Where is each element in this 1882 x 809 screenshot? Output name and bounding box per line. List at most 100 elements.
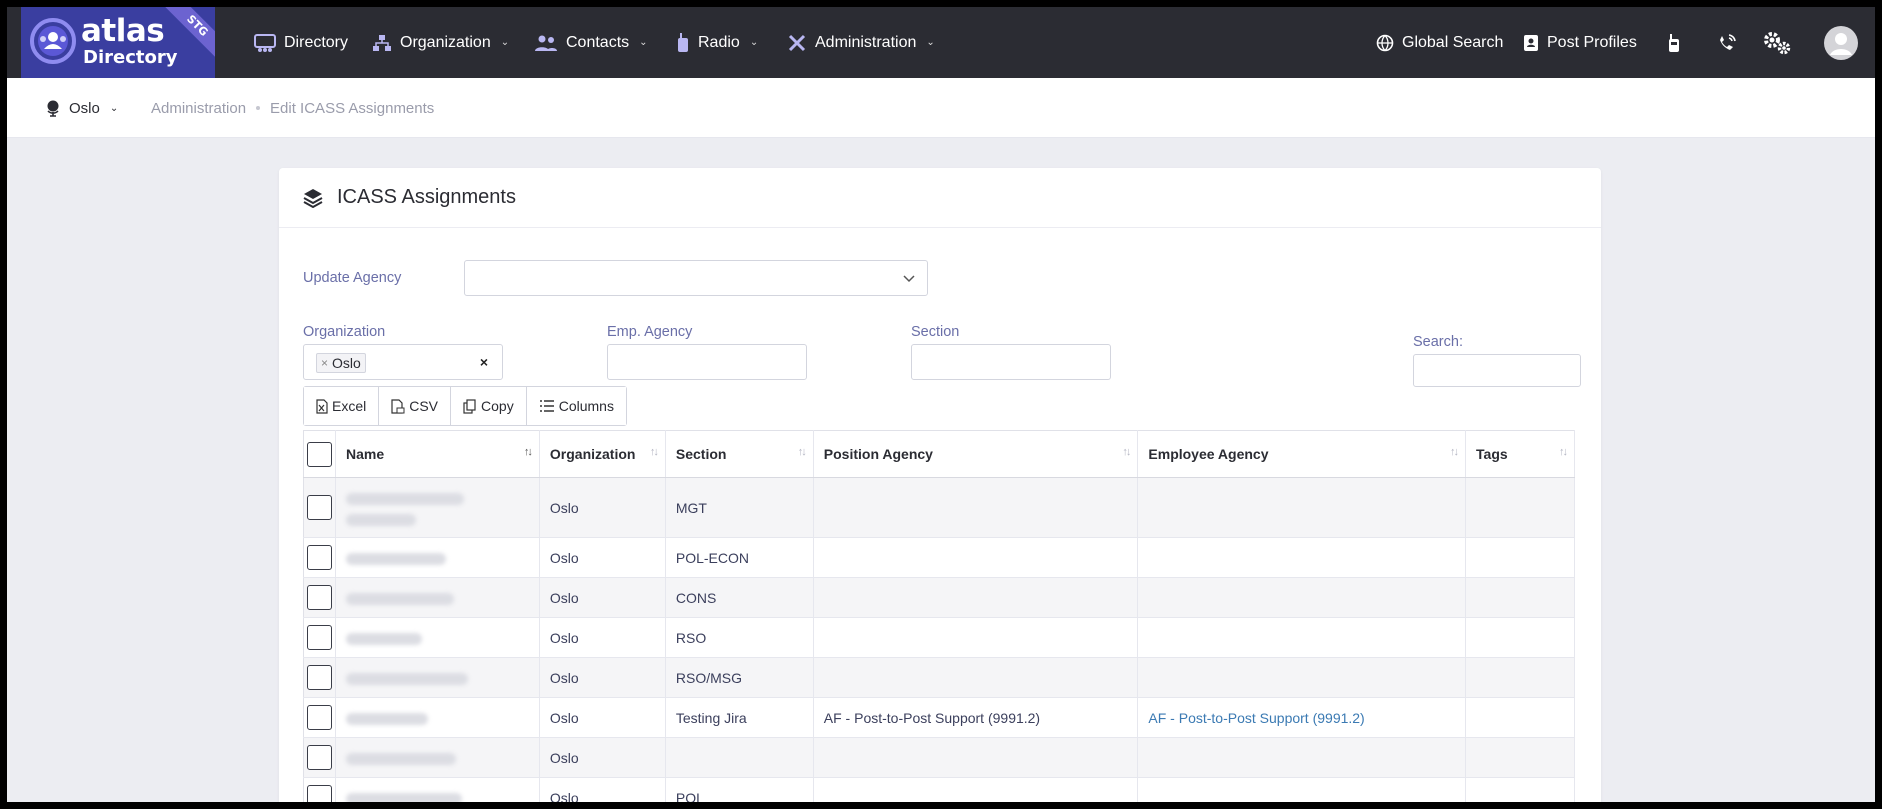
select-all-checkbox[interactable]: [307, 441, 332, 467]
section-cell: [665, 737, 814, 778]
row-checkbox[interactable]: [307, 665, 332, 690]
position-agency-cell: [813, 617, 1139, 658]
export-button-group: Excel CSV Copy Columns: [303, 386, 627, 426]
search-input[interactable]: [1413, 354, 1581, 387]
tags-cell: [1465, 737, 1575, 778]
redacted-name: [346, 752, 456, 765]
table-row[interactable]: Oslo CONS: [303, 577, 1575, 618]
column-header-employee-agency[interactable]: Employee Agency ↑↓: [1137, 430, 1467, 478]
column-header-section[interactable]: Section ↑↓: [665, 430, 814, 478]
search-label: Search:: [1413, 334, 1463, 350]
tags-cell: [1465, 537, 1575, 578]
atlas-logo[interactable]: atlas Directory STG: [21, 7, 215, 78]
table-row[interactable]: Oslo Testing Jira AF - Post-to-Post Supp…: [303, 697, 1575, 738]
organization-label: Organization: [303, 324, 386, 340]
walkie-talkie-icon: [1669, 33, 1679, 52]
column-header-organization[interactable]: Organization ↑↓: [539, 430, 666, 478]
excel-file-icon: [316, 398, 328, 414]
row-checkbox[interactable]: [307, 585, 332, 610]
copy-button[interactable]: Copy: [451, 387, 527, 425]
position-agency-cell: [813, 777, 1139, 802]
excel-button[interactable]: Excel: [304, 387, 380, 425]
post-selector[interactable]: Oslo ⌄: [45, 78, 118, 138]
radio-shortcut-button[interactable]: [1667, 7, 1681, 78]
row-checkbox[interactable]: [307, 545, 332, 570]
nav-directory-label: Directory: [284, 33, 349, 51]
atlas-logo-icon: [30, 18, 76, 64]
nav-radio[interactable]: Radio ⌄: [676, 7, 758, 78]
table-row[interactable]: Oslo RSO: [303, 617, 1575, 658]
phone-button[interactable]: [1716, 7, 1738, 78]
csv-button[interactable]: CSV: [379, 387, 452, 425]
settings-button[interactable]: [1761, 7, 1793, 78]
radio-icon: [678, 32, 688, 52]
nav-post-profiles[interactable]: Post Profiles: [1523, 7, 1637, 78]
employee-agency-cell: [1137, 577, 1467, 618]
column-header-name[interactable]: Name ↑↓: [335, 430, 540, 478]
globe-stand-icon: [47, 100, 59, 117]
section-input[interactable]: [911, 344, 1111, 380]
copy-button-label: Copy: [481, 398, 514, 414]
table-row[interactable]: Oslo MGT: [303, 477, 1575, 538]
update-agency-label: Update Agency: [303, 270, 402, 286]
employee-agency-cell: [1137, 737, 1467, 778]
organization-multiselect[interactable]: × Oslo ×: [303, 344, 503, 380]
row-checkbox[interactable]: [307, 625, 332, 650]
user-avatar[interactable]: [1823, 7, 1859, 78]
directory-icon: [254, 33, 276, 52]
nav-organization[interactable]: Organization ⌄: [372, 7, 509, 78]
contacts-icon: [535, 35, 557, 51]
nav-global-search[interactable]: Global Search: [1376, 7, 1503, 78]
nav-global-search-label: Global Search: [1402, 33, 1504, 51]
nav-administration[interactable]: Administration ⌄: [787, 7, 935, 78]
row-checkbox[interactable]: [307, 785, 332, 802]
sort-icon: ↑↓: [1559, 446, 1568, 458]
globe-icon: [1376, 34, 1394, 51]
top-navbar: atlas Directory STG Directory Organizati…: [7, 7, 1875, 78]
row-checkbox[interactable]: [307, 745, 332, 770]
excel-button-label: Excel: [332, 398, 367, 414]
columns-button[interactable]: Columns: [526, 387, 626, 425]
emp-agency-input[interactable]: [607, 344, 807, 380]
breadcrumb: Administration Edit ICASS Assignments: [151, 78, 434, 138]
name-cell: [335, 737, 540, 778]
column-header-tags[interactable]: Tags ↑↓: [1465, 430, 1575, 478]
table-row[interactable]: Oslo POL: [303, 777, 1575, 802]
table-row[interactable]: Oslo RSO/MSG: [303, 657, 1575, 698]
phone-icon: [1720, 33, 1736, 50]
icass-table: Name ↑↓ Organization ↑↓ Section ↑↓ Position…: [303, 430, 1575, 802]
table-row[interactable]: Oslo: [303, 737, 1575, 778]
book-icon: [1524, 34, 1538, 51]
name-cell: [335, 697, 540, 738]
position-agency-cell: [813, 577, 1139, 618]
organization-cell: Oslo: [539, 737, 666, 778]
section-cell: CONS: [665, 577, 814, 618]
nav-administration-label: Administration: [815, 33, 917, 51]
employee-agency-link[interactable]: AF - Post-to-Post Support (9991.2): [1137, 697, 1467, 738]
tags-cell: [1465, 617, 1575, 658]
nav-directory[interactable]: Directory: [254, 7, 348, 78]
row-checkbox[interactable]: [307, 705, 332, 730]
page-title: ICASS Assignments: [337, 186, 516, 208]
column-header-position-agency[interactable]: Position Agency ↑↓: [813, 430, 1139, 478]
nav-contacts[interactable]: Contacts ⌄: [534, 7, 648, 78]
clear-selection-icon[interactable]: ×: [480, 354, 488, 370]
remove-chip-icon[interactable]: ×: [321, 356, 328, 370]
chevron-down-icon: ⌄: [926, 37, 935, 48]
chevron-down-icon: ⌄: [500, 37, 510, 48]
breadcrumb-administration[interactable]: Administration: [151, 100, 246, 117]
name-cell: [335, 577, 540, 618]
row-checkbox[interactable]: [307, 495, 332, 520]
name-cell: [335, 777, 540, 802]
row-select-cell: [303, 777, 336, 802]
table-row[interactable]: Oslo POL-ECON: [303, 537, 1575, 578]
tags-cell: [1465, 477, 1575, 538]
copy-icon: [463, 398, 476, 414]
update-agency-select[interactable]: [464, 260, 928, 296]
chevron-down-icon: ⌄: [109, 102, 119, 114]
csv-button-label: CSV: [409, 398, 439, 414]
section-cell: MGT: [665, 477, 814, 538]
organization-cell: Oslo: [539, 657, 666, 698]
column-header-tags-label: Tags: [1476, 446, 1508, 462]
select-all-cell: [303, 430, 336, 478]
